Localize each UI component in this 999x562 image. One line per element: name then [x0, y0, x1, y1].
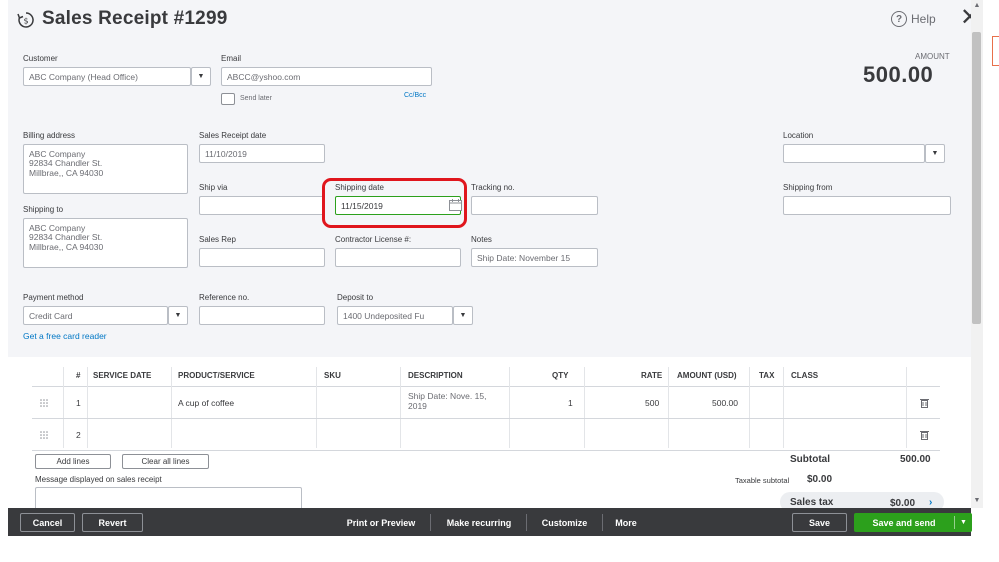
- customer-dropdown-icon[interactable]: ▼: [191, 67, 211, 86]
- reference-no-label: Reference no.: [199, 293, 250, 302]
- row-number: 2: [76, 430, 81, 440]
- row-amount[interactable]: 500.00: [712, 398, 738, 408]
- col-description: DESCRIPTION: [408, 371, 463, 380]
- send-later-checkbox[interactable]: [221, 93, 235, 105]
- help-icon: ?: [891, 11, 907, 27]
- drag-handle-icon[interactable]: [40, 431, 48, 439]
- footer-bar: Cancel Revert Print or Preview Make recu…: [8, 508, 972, 536]
- customer-select[interactable]: ABC Company (Head Office): [23, 67, 191, 86]
- cc-bcc-link[interactable]: Cc/Bcc: [404, 92, 426, 99]
- col-sku: SKU: [324, 371, 341, 380]
- scroll-down-icon[interactable]: ▼: [971, 497, 983, 504]
- sales-rep-input[interactable]: [199, 248, 325, 267]
- shipping-to-input[interactable]: ABC Company 92834 Chandler St. Millbrae,…: [23, 218, 188, 268]
- col-qty: QTY: [552, 371, 569, 380]
- contractor-license-input[interactable]: [335, 248, 461, 267]
- message-label: Message displayed on sales receipt: [35, 475, 162, 484]
- col-amount: AMOUNT (USD): [677, 371, 737, 380]
- subtotal-value: 500.00: [900, 454, 931, 465]
- email-input[interactable]: ABCC@yshoo.com: [221, 67, 432, 86]
- add-lines-button[interactable]: Add lines: [35, 454, 111, 469]
- location-select[interactable]: [783, 144, 925, 163]
- make-recurring-button[interactable]: Make recurring: [436, 513, 522, 532]
- row-qty[interactable]: 1: [568, 398, 573, 408]
- sales-rep-label: Sales Rep: [199, 235, 236, 244]
- notes-label: Notes: [471, 235, 492, 244]
- billing-address-input[interactable]: ABC Company 92834 Chandler St. Millbrae,…: [23, 144, 188, 194]
- customer-label: Customer: [23, 54, 58, 63]
- close-icon[interactable]: ✕: [960, 6, 971, 30]
- col-product: PRODUCT/SERVICE: [178, 371, 255, 380]
- print-preview-button[interactable]: Print or Preview: [336, 513, 426, 532]
- table-header: # SERVICE DATE PRODUCT/SERVICE SKU DESCR…: [32, 367, 940, 387]
- payment-method-select[interactable]: Credit Card: [23, 306, 168, 325]
- amount-total: 500.00: [863, 62, 934, 87]
- taxable-subtotal-value: $0.00: [807, 474, 833, 485]
- sales-receipt-date-input[interactable]: 11/10/2019: [199, 144, 325, 163]
- table-row[interactable]: 1 A cup of coffee Ship Date: Nove. 15, 2…: [32, 387, 940, 419]
- table-row[interactable]: 2: [32, 419, 940, 451]
- drag-handle-icon[interactable]: [40, 399, 48, 407]
- trash-icon[interactable]: [920, 398, 929, 408]
- payment-method-dropdown-icon[interactable]: ▼: [168, 306, 188, 325]
- col-class: CLASS: [791, 371, 819, 380]
- page-title: Sales Receipt #1299: [42, 8, 228, 29]
- line-items-section: # SERVICE DATE PRODUCT/SERVICE SKU DESCR…: [8, 357, 971, 512]
- scrollbar[interactable]: ▲ ▼: [971, 0, 983, 508]
- sales-tax-label: Sales tax: [790, 497, 834, 508]
- save-and-send-button[interactable]: Save and send: [854, 513, 954, 532]
- col-num: #: [76, 371, 81, 380]
- clear-all-lines-button[interactable]: Clear all lines: [122, 454, 209, 469]
- svg-text:$: $: [23, 17, 28, 26]
- save-options-dropdown-icon[interactable]: ▼: [955, 513, 972, 532]
- chevron-right-icon[interactable]: ›: [929, 497, 932, 508]
- amount-label: AMOUNT: [915, 52, 950, 61]
- row-rate[interactable]: 500: [645, 398, 659, 408]
- deposit-to-label: Deposit to: [337, 293, 374, 302]
- sales-receipt-date-label: Sales Receipt date: [199, 131, 267, 140]
- contractor-license-label: Contractor License #:: [335, 235, 412, 244]
- deposit-to-dropdown-icon[interactable]: ▼: [453, 306, 473, 325]
- send-later-label: Send later: [240, 95, 272, 102]
- revert-button[interactable]: Revert: [82, 513, 143, 532]
- ship-via-label: Ship via: [199, 183, 228, 192]
- shipping-date-highlight: [322, 178, 467, 228]
- side-panel-tab[interactable]: [992, 36, 999, 66]
- help-button[interactable]: ? Help: [891, 11, 936, 27]
- customize-button[interactable]: Customize: [532, 513, 597, 532]
- tracking-no-label: Tracking no.: [471, 183, 515, 192]
- billing-address-label: Billing address: [23, 131, 76, 140]
- shipping-from-input[interactable]: [783, 196, 951, 215]
- location-dropdown-icon[interactable]: ▼: [925, 144, 945, 163]
- location-label: Location: [783, 131, 814, 140]
- col-rate: RATE: [641, 371, 663, 380]
- row-number: 1: [76, 398, 81, 408]
- shipping-to-label: Shipping to: [23, 205, 64, 214]
- cancel-button[interactable]: Cancel: [20, 513, 75, 532]
- save-button[interactable]: Save: [792, 513, 847, 532]
- email-label: Email: [221, 54, 242, 63]
- help-label: Help: [911, 12, 936, 26]
- col-service-date: SERVICE DATE: [93, 371, 152, 380]
- more-button[interactable]: More: [608, 513, 644, 532]
- reference-no-input[interactable]: [199, 306, 325, 325]
- scroll-up-icon[interactable]: ▲: [971, 2, 983, 9]
- col-tax: TAX: [759, 371, 775, 380]
- tracking-no-input[interactable]: [471, 196, 598, 215]
- subtotal-label: Subtotal: [790, 454, 830, 465]
- refresh-receipt-icon: $: [17, 12, 34, 28]
- ship-via-input[interactable]: [199, 196, 325, 215]
- row-product[interactable]: A cup of coffee: [178, 398, 234, 408]
- payment-method-label: Payment method: [23, 293, 84, 302]
- taxable-subtotal-label: Taxable subtotal: [735, 476, 790, 485]
- save-and-send-group: Save and send ▼: [854, 513, 972, 532]
- shipping-from-label: Shipping from: [783, 183, 833, 192]
- card-reader-link[interactable]: Get a free card reader: [23, 331, 107, 341]
- notes-input[interactable]: Ship Date: November 15: [471, 248, 598, 267]
- row-description[interactable]: Ship Date: Nove. 15, 2019: [408, 391, 486, 412]
- deposit-to-select[interactable]: 1400 Undeposited Fu: [337, 306, 453, 325]
- scroll-thumb[interactable]: [972, 32, 981, 324]
- trash-icon[interactable]: [920, 430, 929, 440]
